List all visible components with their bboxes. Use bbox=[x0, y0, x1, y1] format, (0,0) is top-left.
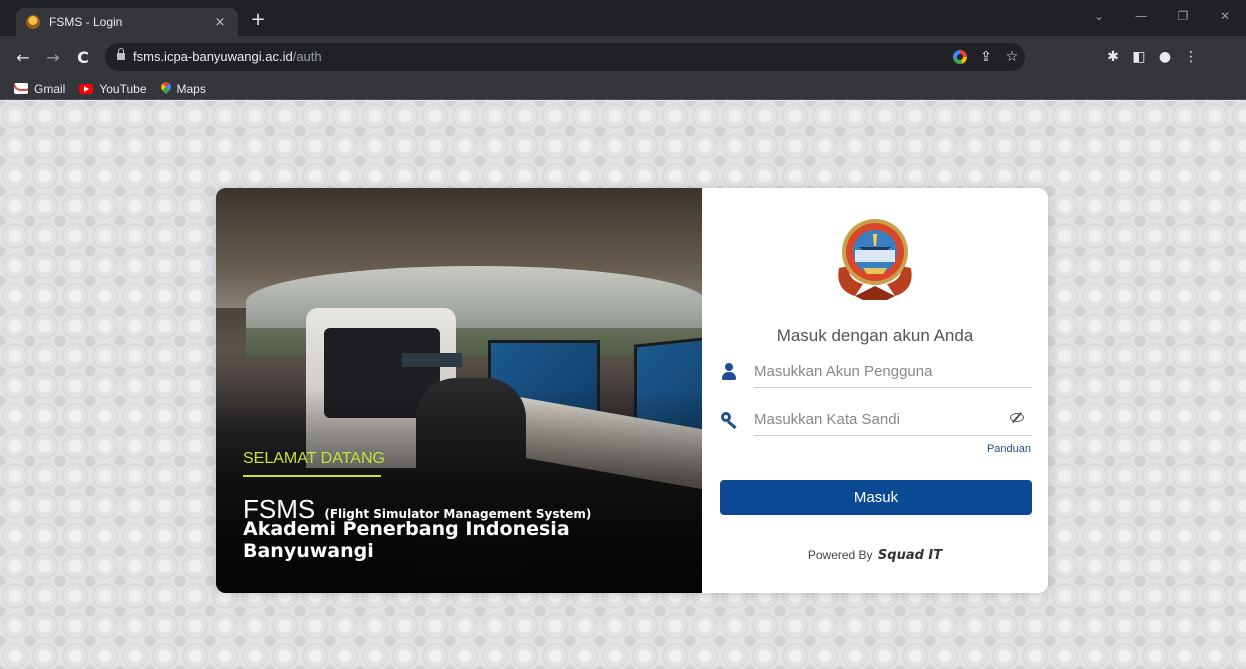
password-input[interactable] bbox=[754, 406, 1004, 432]
username-underline bbox=[754, 387, 1032, 388]
browser-toolbar: ← → C fsms.icpa-banyuwangi.ac.id/auth ⇪ … bbox=[0, 36, 1246, 78]
extensions-puzzle-icon[interactable]: ✱ bbox=[1100, 43, 1126, 71]
toolbar-right-icons: ✱ ◧ ● ⋮ bbox=[1100, 43, 1204, 71]
window-controls: ⌄ — ❐ ✕ bbox=[1078, 0, 1246, 36]
page-background: SELAMAT DATANG FSMS (Flight Simulator Ma… bbox=[0, 101, 1246, 669]
maps-icon bbox=[161, 82, 171, 95]
back-arrow-icon[interactable]: ← bbox=[12, 47, 34, 69]
password-underline bbox=[754, 435, 1032, 436]
login-button[interactable]: Masuk bbox=[720, 480, 1032, 515]
profile-icon[interactable]: ● bbox=[1152, 43, 1178, 71]
bookmark-youtube[interactable]: YouTube bbox=[79, 82, 147, 96]
key-icon bbox=[720, 410, 738, 430]
tab-close-icon[interactable]: × bbox=[212, 15, 228, 30]
academy-emblem-logo bbox=[838, 219, 912, 300]
bookmark-maps[interactable]: Maps bbox=[161, 82, 206, 96]
restore-icon[interactable]: ❐ bbox=[1162, 0, 1204, 32]
powered-by-footer: Powered By Squad IT bbox=[702, 548, 1048, 563]
new-tab-button[interactable]: + bbox=[246, 9, 270, 33]
login-form-panel: Masuk dengan akun Anda Panduan Masuk Pow… bbox=[702, 188, 1048, 593]
toggle-password-visibility-icon[interactable] bbox=[1010, 412, 1024, 423]
side-panel-icon[interactable]: ◧ bbox=[1126, 43, 1152, 71]
close-window-icon[interactable]: ✕ bbox=[1204, 0, 1246, 32]
reload-icon[interactable]: C bbox=[72, 47, 94, 69]
guide-link[interactable]: Panduan bbox=[987, 443, 1031, 455]
powered-by-text: Powered By bbox=[807, 548, 873, 562]
address-bar-actions: ⇪ ☆ bbox=[947, 43, 1025, 71]
welcome-text: SELAMAT DATANG bbox=[243, 450, 385, 467]
google-lens-icon[interactable] bbox=[947, 43, 973, 71]
bookmark-star-icon[interactable]: ☆ bbox=[999, 43, 1025, 71]
tab-search-icon[interactable]: ⌄ bbox=[1078, 0, 1120, 32]
login-card: SELAMAT DATANG FSMS (Flight Simulator Ma… bbox=[216, 188, 1048, 593]
url-text[interactable]: fsms.icpa-banyuwangi.ac.id/auth bbox=[133, 49, 322, 64]
forward-arrow-icon[interactable]: → bbox=[42, 47, 64, 69]
youtube-icon bbox=[79, 83, 94, 94]
tab-title: FSMS - Login bbox=[49, 15, 123, 29]
bookmark-gmail[interactable]: Gmail bbox=[14, 82, 65, 96]
brand-name: Squad IT bbox=[877, 548, 943, 563]
instrument-panel bbox=[402, 353, 462, 367]
login-heading: Masuk dengan akun Anda bbox=[776, 326, 974, 345]
minimize-icon[interactable]: — bbox=[1120, 0, 1162, 32]
username-field bbox=[720, 356, 1032, 388]
hero-gradient-overlay bbox=[216, 388, 702, 593]
user-icon bbox=[720, 362, 738, 380]
menu-kebab-icon[interactable]: ⋮ bbox=[1178, 43, 1204, 71]
password-field bbox=[720, 404, 1032, 436]
browser-tab-strip: FSMS - Login × + ⌄ — ❐ ✕ bbox=[0, 0, 1246, 36]
gmail-icon bbox=[14, 83, 28, 94]
lock-icon[interactable] bbox=[117, 48, 125, 62]
site-favicon-icon bbox=[26, 15, 40, 29]
share-icon[interactable]: ⇪ bbox=[973, 43, 999, 71]
hero-image-panel: SELAMAT DATANG FSMS (Flight Simulator Ma… bbox=[216, 188, 702, 593]
bookmarks-bar: Gmail YouTube Maps bbox=[0, 78, 1246, 100]
academy-name: Akademi Penerbang Indonesia Banyuwangi bbox=[243, 518, 570, 562]
welcome-underline bbox=[243, 475, 381, 477]
address-bar[interactable]: fsms.icpa-banyuwangi.ac.id/auth ⇪ ☆ bbox=[105, 43, 1025, 71]
browser-tab[interactable]: FSMS - Login × bbox=[16, 8, 238, 36]
username-input[interactable] bbox=[754, 358, 1004, 384]
